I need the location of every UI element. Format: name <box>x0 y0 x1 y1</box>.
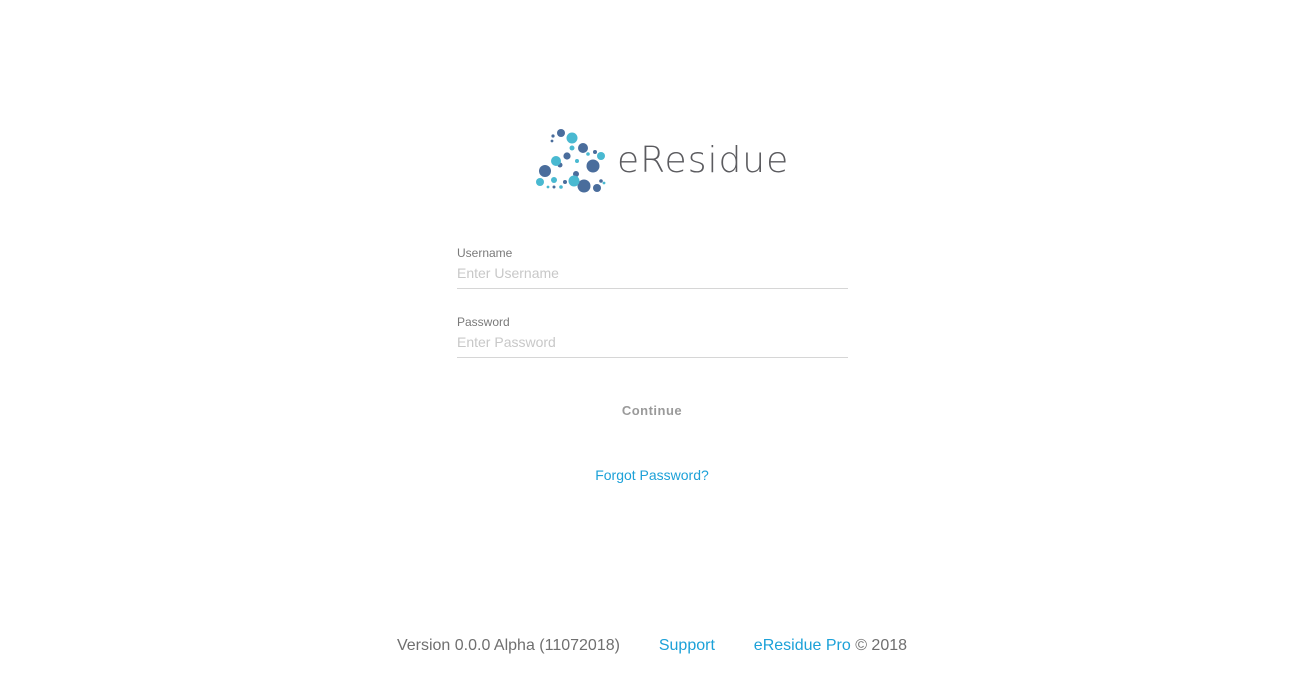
continue-button[interactable]: Continue <box>592 398 712 422</box>
login-page: eResidue Username Password Continue Forg… <box>0 0 1304 699</box>
copyright-text: © 2018 <box>850 637 908 654</box>
password-label: Password <box>457 315 510 329</box>
username-label: Username <box>457 246 513 260</box>
forgot-password-link[interactable]: Forgot Password? <box>552 467 752 483</box>
product-link[interactable]: eResidue Pro <box>754 637 851 654</box>
brand-name: eResidue <box>617 140 790 181</box>
support-link[interactable]: Support <box>659 637 715 654</box>
dots-logo-icon <box>536 129 606 193</box>
version-text: Version 0.0.0 Alpha (11072018) <box>396 637 620 654</box>
username-field-group: Username <box>457 246 848 289</box>
footer: Version 0.0.0 Alpha (11072018) Support e… <box>0 637 1304 655</box>
username-input[interactable] <box>457 260 848 289</box>
password-field-group: Password <box>457 315 848 358</box>
password-input[interactable] <box>457 329 848 358</box>
eresidue-logo: eResidue <box>530 125 788 200</box>
